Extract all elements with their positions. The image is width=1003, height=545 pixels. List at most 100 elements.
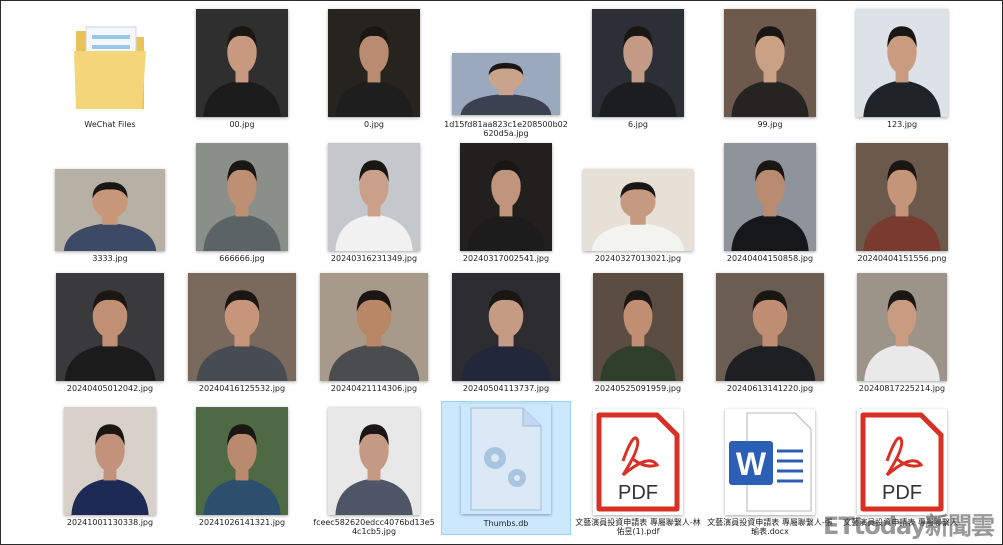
file-name-label: 20240421114306.jpg — [330, 384, 418, 393]
photo-thumbnail — [460, 143, 552, 251]
photo-image — [716, 273, 824, 381]
file-item[interactable]: 20240525091959.jpg — [573, 267, 703, 401]
file-name-label: 20240504113737.jpg — [462, 384, 550, 393]
photo-image — [328, 9, 420, 117]
photo-image — [592, 9, 684, 117]
file-name-label: 文藝演員投資申請表 專屬聯繫人-林佑昱(1).pdf — [575, 518, 701, 536]
file-explorer-icon-view: WeChat Files 00.jpg 0.jpg 1d15fd81aa823c… — [0, 0, 1003, 545]
pdf-icon: PDF — [860, 412, 944, 512]
file-item[interactable]: 20240404151556.png — [837, 137, 967, 271]
photo-image — [452, 273, 560, 381]
svg-text:W: W — [736, 446, 767, 482]
file-item[interactable]: 20240327013021.jpg — [573, 137, 703, 271]
file-name-label: 20240613141220.jpg — [726, 384, 814, 393]
photo-thumbnail — [856, 9, 948, 117]
file-name-label: 20240316231349.jpg — [330, 254, 418, 263]
photo-thumbnail — [593, 273, 683, 381]
file-item[interactable]: 20240817225214.jpg — [837, 267, 967, 401]
file-name-label: 20240416125532.jpg — [198, 384, 286, 393]
file-item[interactable]: Thumbs.db — [441, 401, 571, 535]
file-item[interactable]: 3333.jpg — [45, 137, 175, 271]
photo-image — [452, 53, 560, 115]
photo-image — [583, 169, 693, 251]
photo-thumbnail — [452, 53, 560, 115]
file-item[interactable]: 1d15fd81aa823c1e208500b02620d5a.jpg — [441, 3, 571, 138]
file-name-label: 20240404150858.jpg — [726, 254, 814, 263]
photo-thumbnail — [452, 273, 560, 381]
file-item[interactable]: 123.jpg — [837, 3, 967, 137]
file-name-label: 20240817225214.jpg — [858, 384, 946, 393]
photo-image — [856, 143, 948, 251]
ettoday-watermark: ETtoday新聞雲 — [822, 512, 995, 540]
photo-thumbnail — [56, 273, 164, 381]
file-name-label: WeChat Files — [84, 120, 136, 129]
file-name-label: 99.jpg — [757, 120, 783, 129]
photo-thumbnail — [196, 407, 288, 515]
file-item[interactable]: 20240317002541.jpg — [441, 137, 571, 271]
photo-thumbnail — [857, 273, 947, 381]
file-item[interactable]: fceec582620edcc4076bd13e54c1cb5.jpg — [309, 401, 439, 536]
photo-image — [320, 273, 428, 381]
file-item[interactable]: PDF 文藝演員投資申請表 專屬聯繫人-林佑昱(1).pdf — [573, 401, 703, 536]
file-item[interactable]: W 文藝演員投資申請表 專屬聯繫人-張瑜表.docx — [705, 401, 835, 536]
photo-thumbnail — [856, 143, 948, 251]
file-item[interactable]: 20241026141321.jpg — [177, 401, 307, 535]
file-item[interactable]: 0.jpg — [309, 3, 439, 137]
photo-image — [188, 273, 296, 381]
file-item[interactable]: 6.jpg — [573, 3, 703, 137]
file-item[interactable]: 20240316231349.jpg — [309, 137, 439, 271]
photo-thumbnail — [55, 169, 165, 251]
photo-image — [857, 273, 947, 381]
file-item[interactable]: 20240504113737.jpg — [441, 267, 571, 401]
photo-image — [328, 407, 420, 515]
photo-thumbnail — [328, 407, 420, 515]
file-name-label: Thumbs.db — [483, 519, 529, 528]
photo-thumbnail — [328, 9, 420, 117]
photo-image — [56, 273, 164, 381]
file-name-label: 0.jpg — [363, 120, 384, 129]
photo-thumbnail — [188, 273, 296, 381]
file-name-label: 20241001130338.jpg — [66, 518, 154, 527]
file-item[interactable]: 20240421114306.jpg — [309, 267, 439, 401]
file-name-label: 20240317002541.jpg — [462, 254, 550, 263]
file-name-label: 00.jpg — [229, 120, 255, 129]
file-item[interactable]: 666666.jpg — [177, 137, 307, 271]
file-item[interactable]: 99.jpg — [705, 3, 835, 137]
file-item[interactable]: 20240404150858.jpg — [705, 137, 835, 271]
word-document-icon: W — [729, 412, 812, 512]
file-icon — [72, 17, 148, 117]
photo-thumbnail — [64, 407, 156, 515]
photo-image — [64, 407, 156, 515]
file-icon: PDF — [593, 409, 683, 515]
file-item[interactable]: 00.jpg — [177, 3, 307, 137]
pdf-icon: PDF — [596, 412, 680, 512]
photo-image — [196, 407, 288, 515]
photo-image — [460, 143, 552, 251]
file-item[interactable]: 20240416125532.jpg — [177, 267, 307, 401]
file-name-label: 20241026141321.jpg — [198, 518, 286, 527]
file-name-label: 20240327013021.jpg — [594, 254, 682, 263]
photo-image — [593, 273, 683, 381]
photo-thumbnail — [592, 9, 684, 117]
file-icon — [461, 404, 551, 514]
file-icon: W — [725, 409, 815, 515]
system-file-icon — [470, 407, 542, 511]
file-name-label: 20240405012042.jpg — [66, 384, 154, 393]
svg-text:PDF: PDF — [618, 482, 658, 504]
photo-thumbnail — [196, 143, 288, 251]
photo-image — [856, 9, 948, 117]
file-name-label: 20240404151556.png — [857, 254, 947, 263]
file-item[interactable]: 20241001130338.jpg — [45, 401, 175, 535]
folder-item[interactable]: WeChat Files — [45, 3, 175, 137]
file-item[interactable]: 20240405012042.jpg — [45, 267, 175, 401]
svg-text:PDF: PDF — [882, 482, 922, 504]
folder-icon — [74, 26, 146, 109]
photo-thumbnail — [583, 169, 693, 251]
photo-thumbnail — [724, 9, 816, 117]
file-icon: PDF — [857, 409, 947, 515]
file-name-label: fceec582620edcc4076bd13e54c1cb5.jpg — [313, 518, 435, 536]
photo-thumbnail — [724, 143, 816, 251]
file-item[interactable]: 20240613141220.jpg — [705, 267, 835, 401]
photo-image — [724, 143, 816, 251]
file-name-label: 1d15fd81aa823c1e208500b02620d5a.jpg — [444, 120, 568, 138]
